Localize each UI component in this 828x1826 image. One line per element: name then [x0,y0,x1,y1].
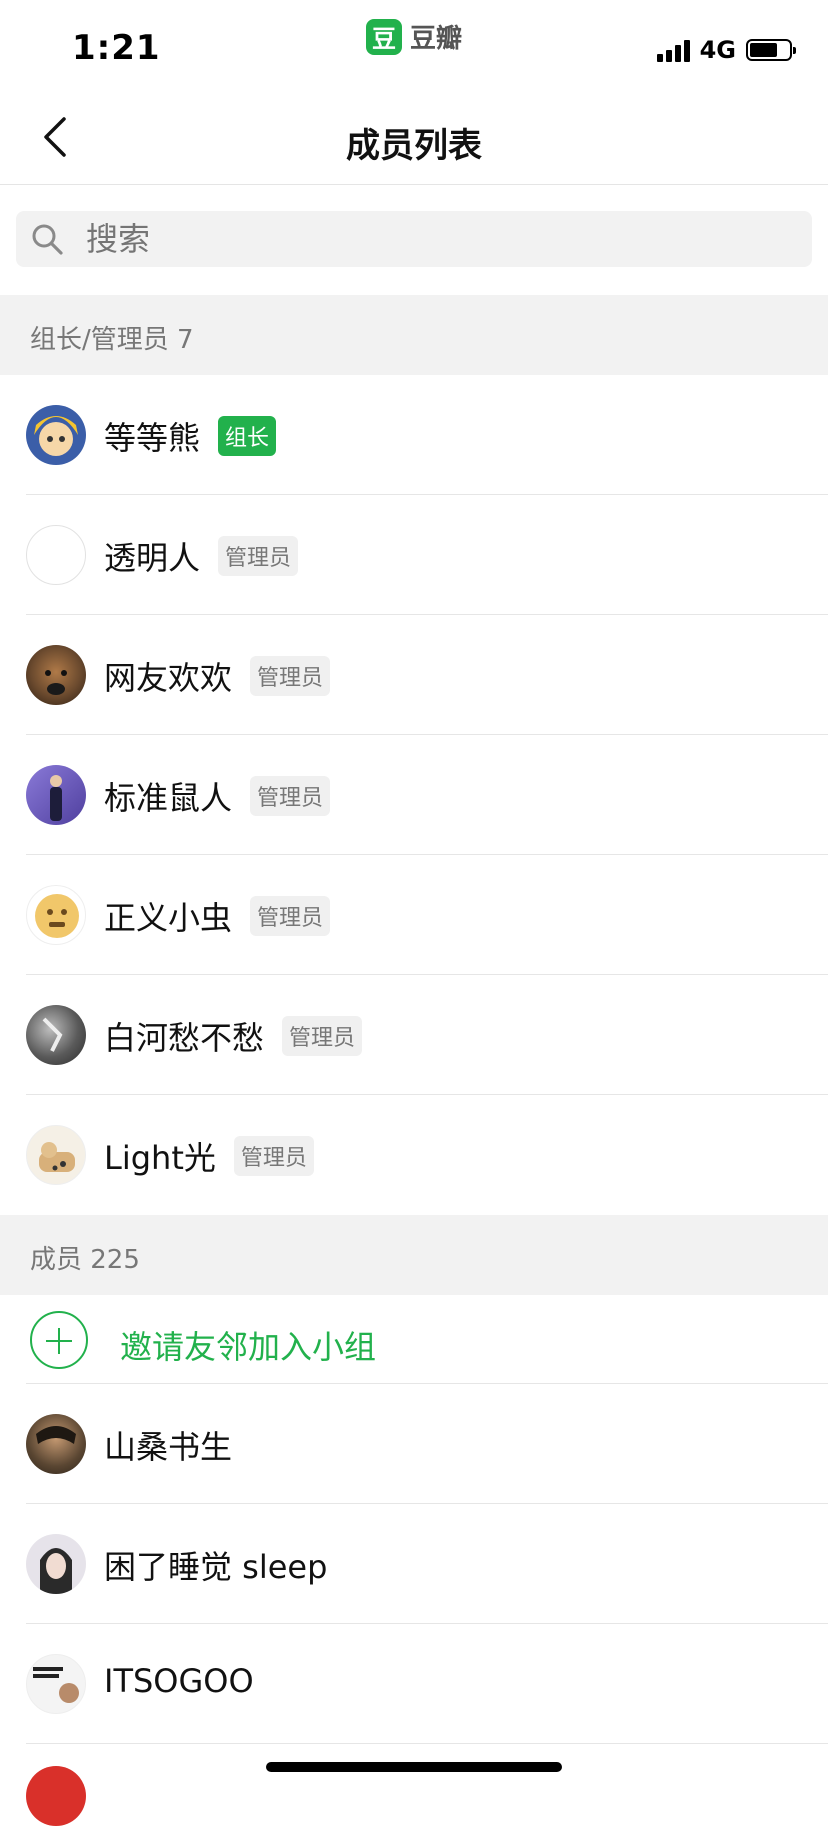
members-section-header: 成员 225 [0,1215,828,1295]
member-row-admin[interactable]: 标准鼠人 管理员 [0,735,828,855]
admin-badge: 管理员 [250,896,331,936]
admin-badge: 管理员 [282,1016,363,1056]
member-row[interactable]: ITSOGOO [0,1624,828,1744]
network-type: 4G [699,36,736,64]
member-name: Light光 [104,1139,216,1177]
app-name: 豆瓣 [410,24,463,54]
member-name: 等等熊 [104,419,201,457]
member-name: 网友欢欢 [104,659,233,697]
page-title: 成员列表 [346,126,482,166]
invite-label: 邀请友邻加入小组 [120,1328,377,1366]
member-name: 困了睡觉 sleep [104,1548,328,1586]
avatar [26,405,86,465]
member-row-admin[interactable]: Light光 管理员 [0,1095,828,1215]
member-row-admin[interactable]: 等等熊 组长 [0,375,828,495]
members-section-label: 成员 225 [30,1245,140,1275]
avatar [26,1005,86,1065]
member-row[interactable]: 困了睡觉 sleep [0,1504,828,1624]
avatar [26,1414,86,1474]
admins-section-label: 组长/管理员 7 [30,325,194,355]
member-row-admin[interactable]: 网友欢欢 管理员 [0,615,828,735]
member-row-admin[interactable]: 正义小虫 管理员 [0,855,828,975]
search-input[interactable] [84,219,768,259]
avatar [26,1766,86,1826]
admin-badge: 管理员 [250,776,331,816]
search-icon [32,224,63,255]
avatar [26,1534,86,1594]
signal-icon [656,38,690,62]
plus-circle-icon [30,1311,88,1369]
member-name: 标准鼠人 [104,779,233,817]
member-name: 白河愁不愁 [104,1019,265,1057]
invite-button[interactable]: 邀请友邻加入小组 [0,1296,828,1384]
member-name: ITSOGOO [104,1662,254,1700]
avatar [26,1125,86,1185]
search-bar[interactable] [16,211,812,267]
avatar [26,1654,86,1714]
navigation-bar: 成员列表 [0,92,828,185]
admin-badge: 管理员 [233,1136,314,1176]
member-row-admin[interactable]: 透明人 管理员 [0,495,828,615]
member-row-admin[interactable]: 白河愁不愁 管理员 [0,975,828,1095]
member-name: 透明人 [104,539,201,577]
avatar [26,765,86,825]
avatar [26,525,86,585]
admin-badge: 管理员 [218,536,299,576]
douban-logo-icon: 豆 [366,18,402,55]
home-indicator[interactable] [266,1762,562,1772]
avatar [26,645,86,705]
battery-icon [746,39,796,61]
admin-badge: 管理员 [250,656,331,696]
status-time: 1:21 [72,28,161,68]
status-indicators: 4G [656,36,796,64]
avatar [26,885,86,945]
leader-badge: 组长 [218,416,277,456]
member-row[interactable]: 山桑书生 [0,1384,828,1504]
admins-section-header: 组长/管理员 7 [0,295,828,375]
app-indicator: 豆 豆瓣 [366,18,462,55]
status-bar: 1:21 豆 豆瓣 4G [0,0,828,92]
member-name: 正义小虫 [104,899,233,937]
member-name: 山桑书生 [104,1428,233,1466]
